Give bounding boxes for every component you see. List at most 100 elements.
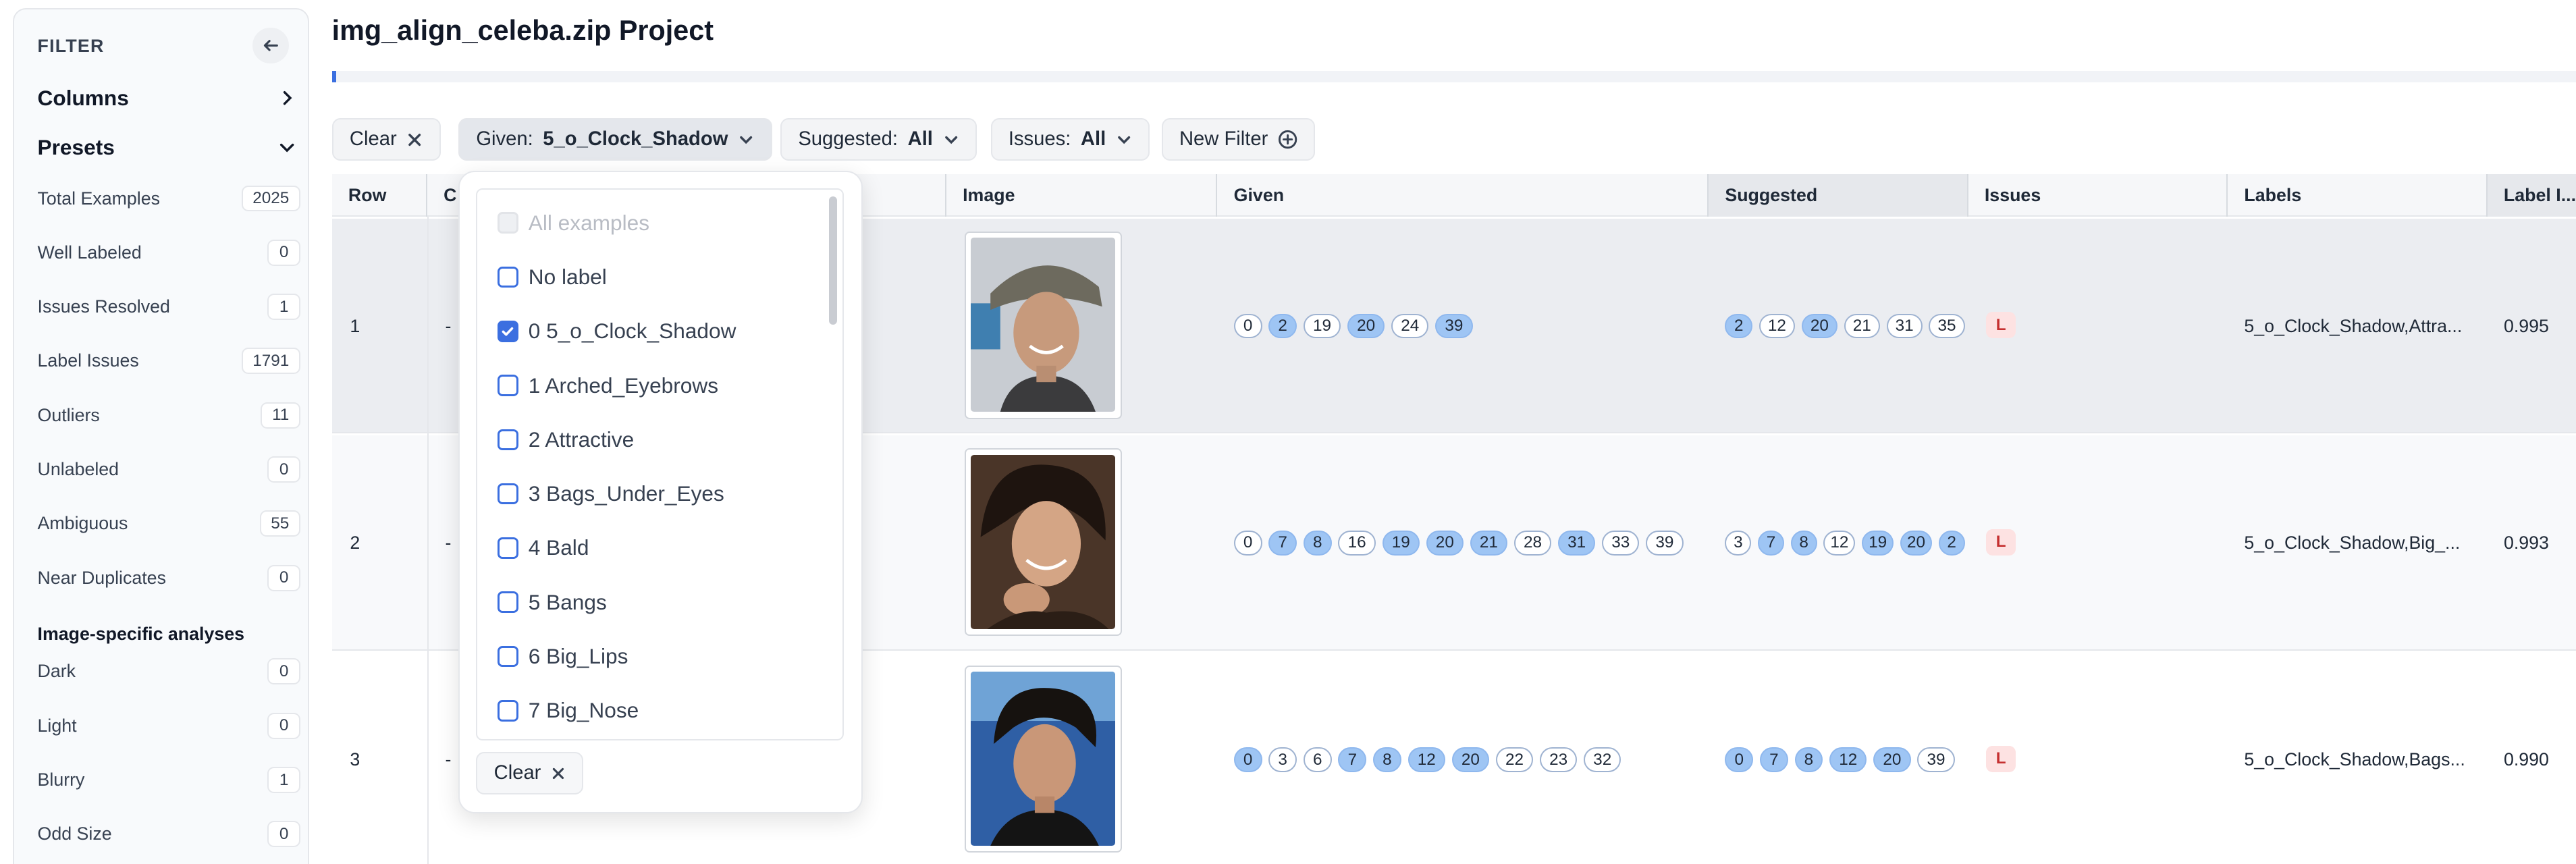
preset-label: Dark <box>37 661 76 682</box>
given-label-pill: 20 <box>1451 747 1490 772</box>
option-no-label[interactable]: No label <box>497 259 607 296</box>
option-big-lips[interactable]: 6 Big_Lips <box>497 639 628 675</box>
preset-dark[interactable]: Dark 0 <box>38 657 300 686</box>
given-label-pill: 32 <box>1584 747 1621 772</box>
given-label-pill: 39 <box>1435 313 1473 339</box>
chevron-down-icon <box>1117 136 1130 144</box>
issues-filter-dropdown[interactable]: Issues: All <box>990 118 1150 161</box>
column-header-given[interactable]: Given <box>1217 173 1709 217</box>
checkbox[interactable] <box>497 483 519 505</box>
suggested-label-pill: 3 <box>1725 531 1752 556</box>
preset-unlabeled[interactable]: Unlabeled 0 <box>38 455 300 485</box>
checkbox[interactable] <box>497 537 519 559</box>
option-bags-under-eyes[interactable]: 3 Bags_Under_Eyes <box>497 476 724 512</box>
given-label-pill: 12 <box>1407 747 1445 772</box>
example-thumbnail[interactable] <box>964 232 1123 419</box>
preset-blurry[interactable]: Blurry 1 <box>38 765 300 795</box>
column-header-image[interactable]: Image <box>946 173 1218 217</box>
preset-issues-resolved[interactable]: Issues Resolved 1 <box>38 292 300 322</box>
checkbox <box>497 212 519 234</box>
clear-given-filter-button[interactable]: Clear <box>476 752 584 795</box>
preset-label: Near Duplicates <box>37 567 166 588</box>
given-label-pill: 3 <box>1268 747 1297 772</box>
columns-section-toggle[interactable]: Columns <box>38 82 300 115</box>
option-arched-eyebrows[interactable]: 1 Arched_Eyebrows <box>497 367 718 404</box>
scrollbar-thumb[interactable] <box>829 196 838 325</box>
example-thumbnail[interactable] <box>964 448 1123 636</box>
given-label-pill: 7 <box>1338 747 1367 772</box>
preset-label: Unlabeled <box>37 459 119 480</box>
preset-outliers[interactable]: Outliers 11 <box>38 400 300 430</box>
given-label-pill: 8 <box>1303 531 1332 556</box>
option-big-nose[interactable]: 7 Big_Nose <box>497 693 639 729</box>
example-thumbnail[interactable] <box>964 665 1123 853</box>
preset-count: 0 <box>267 564 300 591</box>
chevron-down-icon <box>944 136 957 144</box>
checkbox[interactable] <box>497 700 519 722</box>
preset-count: 0 <box>267 239 300 266</box>
preset-near-duplicates[interactable]: Near Duplicates 0 <box>38 563 300 593</box>
suggested-label-pill: 20 <box>1873 747 1911 772</box>
given-label-pill: 0 <box>1233 531 1262 556</box>
option-attractive[interactable]: 2 Attractive <box>497 422 634 458</box>
clear-filters-button[interactable]: Clear <box>331 118 441 161</box>
column-header-label-issue[interactable]: Label I... <box>2487 173 2576 217</box>
given-labels: 0 7 8 16 19 20 21 28 31 33 39 <box>1233 435 1702 651</box>
close-icon <box>408 133 421 146</box>
preset-label: Issues Resolved <box>37 296 170 317</box>
suggested-label-pill: 20 <box>1801 313 1837 339</box>
label-issue-score: 0.995 <box>2503 315 2549 336</box>
preset-count: 0 <box>267 712 300 739</box>
column-header-row[interactable]: Row <box>332 173 427 217</box>
given-label-pill: 22 <box>1495 747 1534 772</box>
face-image-3 <box>970 671 1116 846</box>
column-header-suggested[interactable]: Suggested <box>1709 173 1968 217</box>
new-filter-button[interactable]: New Filter <box>1161 118 1316 161</box>
suggested-label-pill: 35 <box>1929 313 1965 339</box>
label-issue-score: 0.990 <box>2503 749 2549 770</box>
preset-label-issues[interactable]: Label Issues 1791 <box>38 346 300 376</box>
preset-odd-size[interactable]: Odd Size 0 <box>38 819 300 849</box>
suggested-filter-dropdown[interactable]: Suggested: All <box>780 118 977 161</box>
options-scrollbar[interactable] <box>828 193 839 738</box>
preset-light[interactable]: Light 0 <box>38 711 300 740</box>
row-number: 1 <box>350 315 360 336</box>
option-label: 6 Big_Lips <box>528 644 628 669</box>
progress-bar <box>331 70 2576 82</box>
suggested-labels: 3 7 8 12 19 20 2 <box>1725 435 1965 651</box>
preset-total-examples[interactable]: Total Examples 2025 <box>38 184 300 213</box>
collapse-sidebar-button[interactable] <box>252 27 289 64</box>
suggested-label-pill: 39 <box>1917 747 1955 772</box>
preset-ambiguous[interactable]: Ambiguous 55 <box>38 509 300 539</box>
option-label: 7 Big_Nose <box>528 698 639 723</box>
checkbox[interactable] <box>497 591 519 614</box>
checkbox[interactable] <box>497 429 519 451</box>
progress-fill <box>331 70 337 82</box>
option-bald[interactable]: 4 Bald <box>497 530 589 566</box>
preset-label: Blurry <box>37 770 85 790</box>
checkbox[interactable] <box>497 266 519 288</box>
column-header-issues[interactable]: Issues <box>1968 173 2228 217</box>
filter-sidebar: FILTER Columns Presets Total Examples 20… <box>13 8 309 864</box>
suggested-filter-label: Suggested: <box>798 128 898 151</box>
given-label-pill: 23 <box>1539 747 1578 772</box>
preset-well-labeled[interactable]: Well Labeled 0 <box>38 238 300 267</box>
option-bangs[interactable]: 5 Bangs <box>497 585 607 621</box>
row-c-value: - <box>445 749 452 770</box>
labels-text: 5_o_Clock_Shadow,Bags... <box>2244 749 2465 770</box>
given-filter-dropdown[interactable]: Given: 5_o_Clock_Shadow <box>458 118 772 161</box>
face-image-2 <box>970 454 1116 629</box>
option-label: All examples <box>528 210 650 235</box>
checkbox[interactable] <box>497 320 519 342</box>
column-divider <box>427 217 429 864</box>
suggested-label-pill: 21 <box>1844 313 1880 339</box>
columns-section-label: Columns <box>37 86 129 111</box>
presets-section-toggle[interactable]: Presets <box>38 131 300 164</box>
suggested-label-pill: 2 <box>1938 531 1965 556</box>
checkbox[interactable] <box>497 645 519 668</box>
checkbox[interactable] <box>497 375 519 396</box>
column-header-labels[interactable]: Labels <box>2228 173 2488 217</box>
suggested-label-pill: 12 <box>1823 531 1856 556</box>
given-label-pill: 33 <box>1602 531 1640 556</box>
option-5-o-clock-shadow[interactable]: 0 5_o_Clock_Shadow <box>497 313 736 350</box>
